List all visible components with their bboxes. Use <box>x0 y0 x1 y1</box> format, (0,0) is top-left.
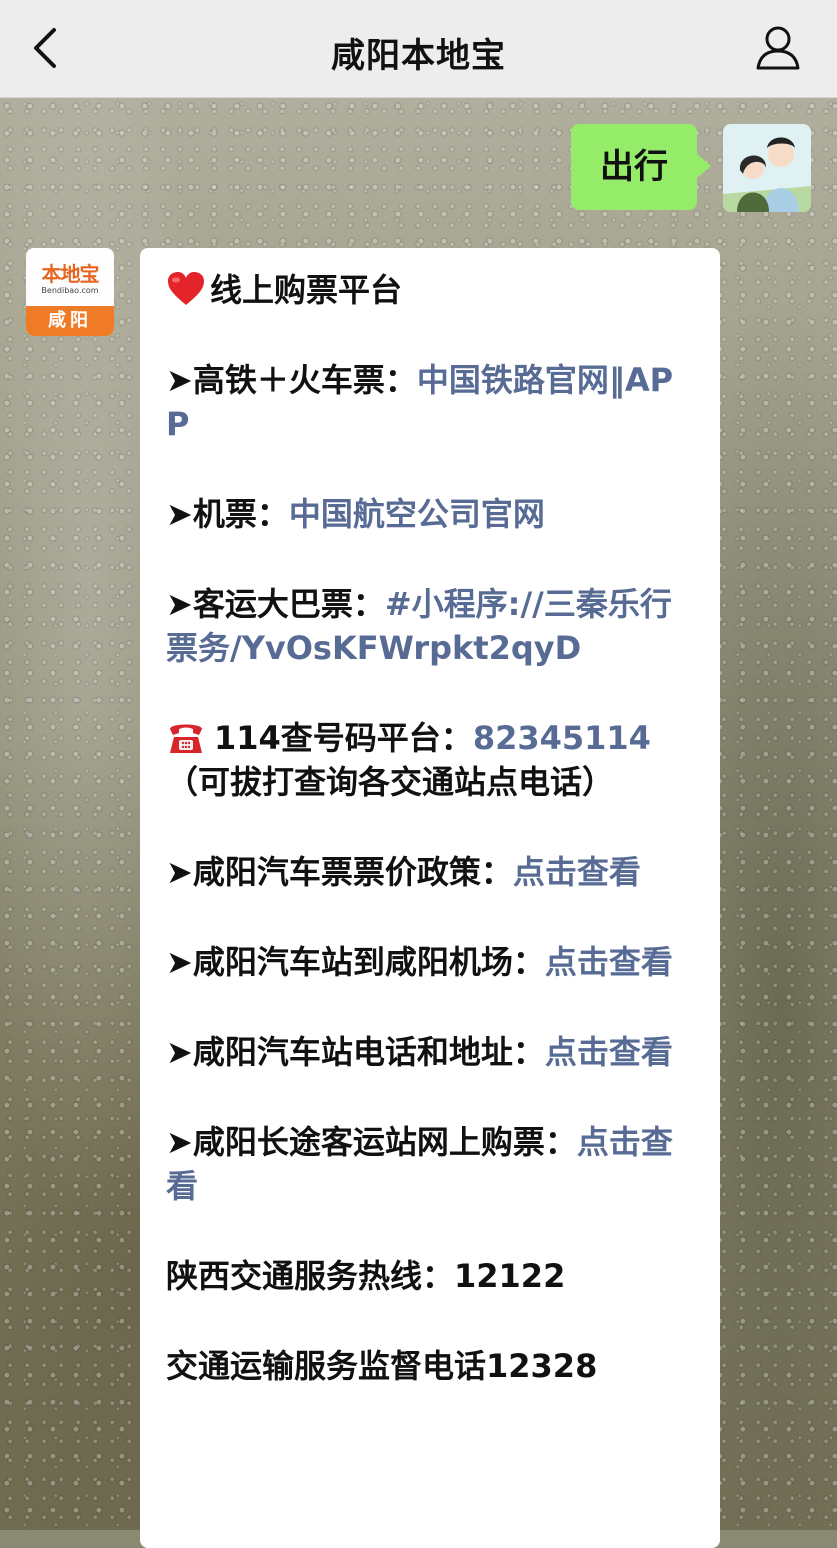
item-label: ➤咸阳长途客运站网上购票： <box>166 1123 577 1161</box>
my-message-bubble[interactable]: 出行 <box>571 124 711 210</box>
list-item: ➤高铁＋火车票：中国铁路官网‖APP <box>166 358 694 446</box>
item-label: ➤咸阳汽车站电话和地址： <box>166 1033 545 1071</box>
list-item: 交通运输服务监督电话12328 <box>166 1344 694 1388</box>
couple-avatar-icon <box>723 124 811 212</box>
bot-message-bubble: 线上购票平台 ➤高铁＋火车票：中国铁路官网‖APP ➤机票：中国航空公司官网 ➤… <box>140 248 720 1548</box>
list-item: ➤咸阳汽车票票价政策：点击查看 <box>166 850 694 894</box>
list-item: ➤咸阳汽车站电话和地址：点击查看 <box>166 1030 694 1074</box>
my-avatar[interactable] <box>723 124 811 212</box>
list-item: ➤咸阳汽车站到咸阳机场：点击查看 <box>166 940 694 984</box>
person-icon <box>756 26 800 70</box>
item-link[interactable]: 点击查看 <box>545 1033 673 1071</box>
item-link[interactable]: 中国航空公司官网 <box>289 495 545 533</box>
profile-button[interactable] <box>753 22 803 74</box>
item-link[interactable]: 82345114 <box>473 719 651 757</box>
item-label: 114查号码平台： <box>214 719 473 757</box>
item-label: 交通运输服务监督电话12328 <box>166 1347 598 1385</box>
list-item: 114查号码平台：82345114 <box>166 716 694 760</box>
heading-text: 线上购票平台 <box>210 271 403 309</box>
item-label: ➤咸阳汽车站到咸阳机场： <box>166 943 545 981</box>
list-item: 陕西交通服务热线：12122 <box>166 1254 694 1298</box>
telephone-icon <box>170 724 202 753</box>
page-title: 咸阳本地宝 <box>331 36 506 76</box>
my-message-row: 出行 <box>451 124 811 214</box>
avatar-city-text: 咸阳 <box>26 306 114 336</box>
list-item: ➤机票：中国航空公司官网 <box>166 492 694 536</box>
item-label: ➤咸阳汽车票票价政策： <box>166 853 513 891</box>
item-label: ➤高铁＋火车票： <box>166 361 417 399</box>
heart-icon <box>168 272 204 305</box>
bot-avatar[interactable]: 本地宝 Bendibao.com 咸阳 <box>26 248 114 336</box>
avatar-domain-text: Bendibao.com <box>41 286 99 295</box>
item-note: （可拔打查询各交通站点电话） <box>166 763 615 801</box>
item-link[interactable]: 点击查看 <box>545 943 673 981</box>
avatar-brand-text: 本地宝 <box>41 262 100 286</box>
list-item: ➤客运大巴票：#小程序://三秦乐行票务/YvOsKFWrpkt2qyD <box>166 582 694 670</box>
list-item: ➤咸阳长途客运站网上购票：点击查看 <box>166 1120 694 1208</box>
item-label: 陕西交通服务热线：12122 <box>166 1257 566 1295</box>
top-navbar: 咸阳本地宝 <box>0 0 837 98</box>
item-label: ➤客运大巴票： <box>166 585 385 623</box>
item-label: ➤机票： <box>166 495 289 533</box>
message-heading: 线上购票平台 <box>166 268 694 312</box>
item-link[interactable]: 点击查看 <box>513 853 641 891</box>
